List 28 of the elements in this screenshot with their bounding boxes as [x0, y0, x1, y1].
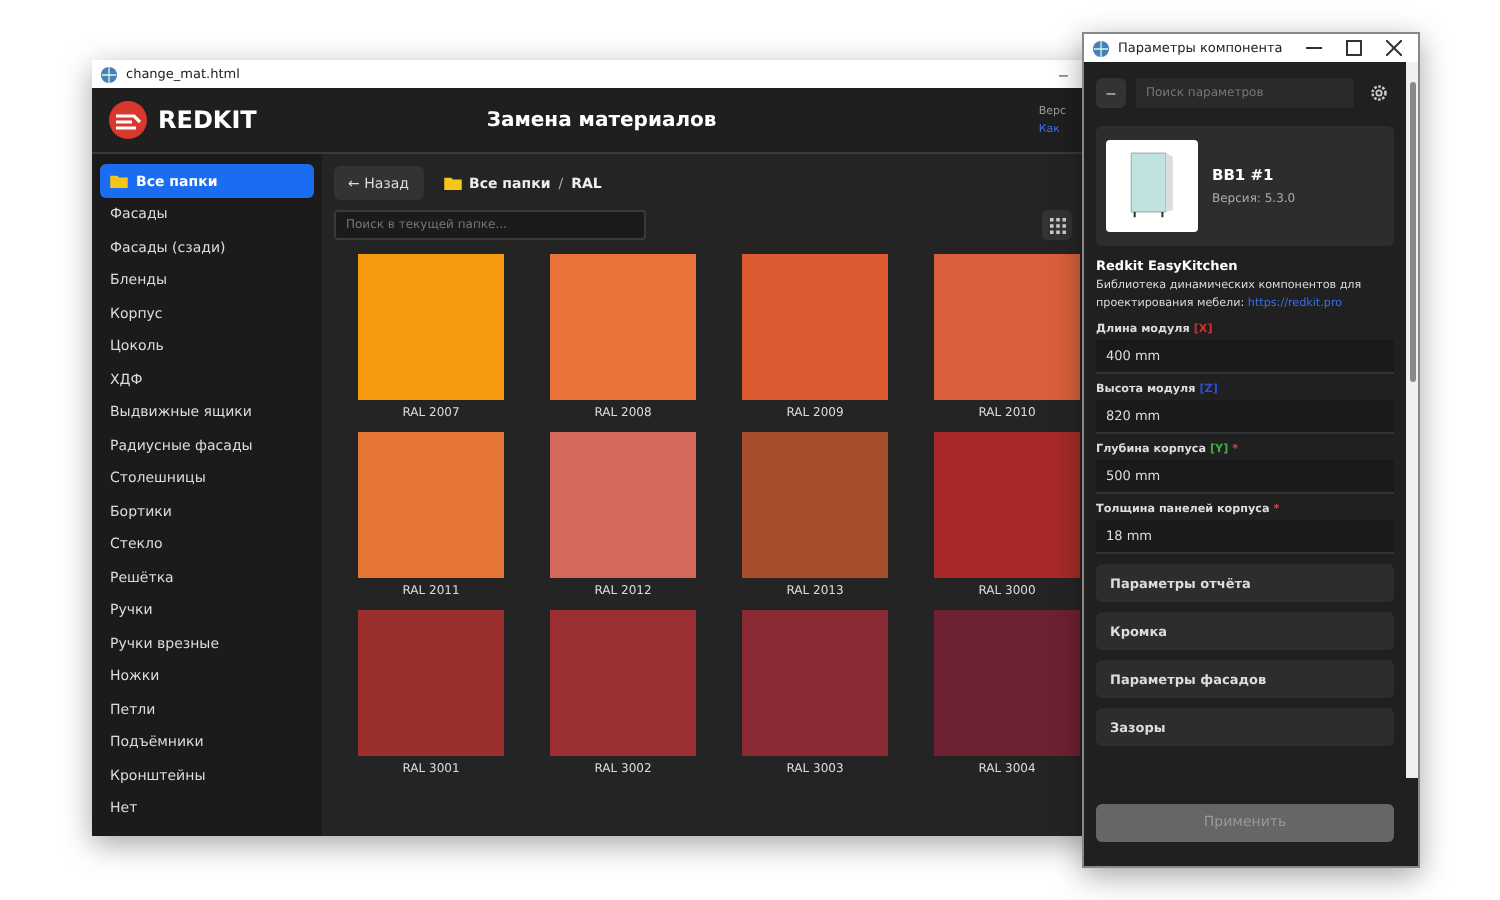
color-swatch[interactable]: [742, 254, 888, 400]
grid-view-button[interactable]: [1042, 210, 1072, 240]
color-swatch[interactable]: [742, 432, 888, 578]
settings-icon[interactable]: [1370, 84, 1388, 102]
close-icon[interactable]: [1386, 40, 1402, 56]
grid-icon: [1049, 217, 1065, 233]
color-swatch[interactable]: [550, 432, 696, 578]
globe-icon: [100, 65, 118, 83]
logo-icon: [108, 100, 148, 140]
color-swatch[interactable]: [358, 610, 504, 756]
color-swatch[interactable]: [358, 254, 504, 400]
brand-name: REDKIT: [158, 106, 257, 134]
folder-icon: [443, 176, 461, 190]
minimize-button[interactable]: –: [1059, 65, 1068, 83]
folder-icon: [110, 174, 128, 188]
color-swatch[interactable]: [550, 254, 696, 400]
color-swatch[interactable]: [934, 432, 1080, 578]
cabinet-drawing: [1106, 140, 1198, 232]
scrollbar[interactable]: [1406, 62, 1418, 778]
color-swatch[interactable]: [358, 432, 504, 578]
maximize-icon[interactable]: [1346, 40, 1362, 56]
globe-icon: [1092, 39, 1110, 57]
page-title: Замена материалов: [486, 109, 717, 131]
collapse-button[interactable]: –: [1096, 78, 1126, 108]
color-swatch[interactable]: [742, 610, 888, 756]
color-swatch[interactable]: [934, 610, 1080, 756]
color-swatch[interactable]: [934, 254, 1080, 400]
color-swatch[interactable]: [550, 610, 696, 756]
